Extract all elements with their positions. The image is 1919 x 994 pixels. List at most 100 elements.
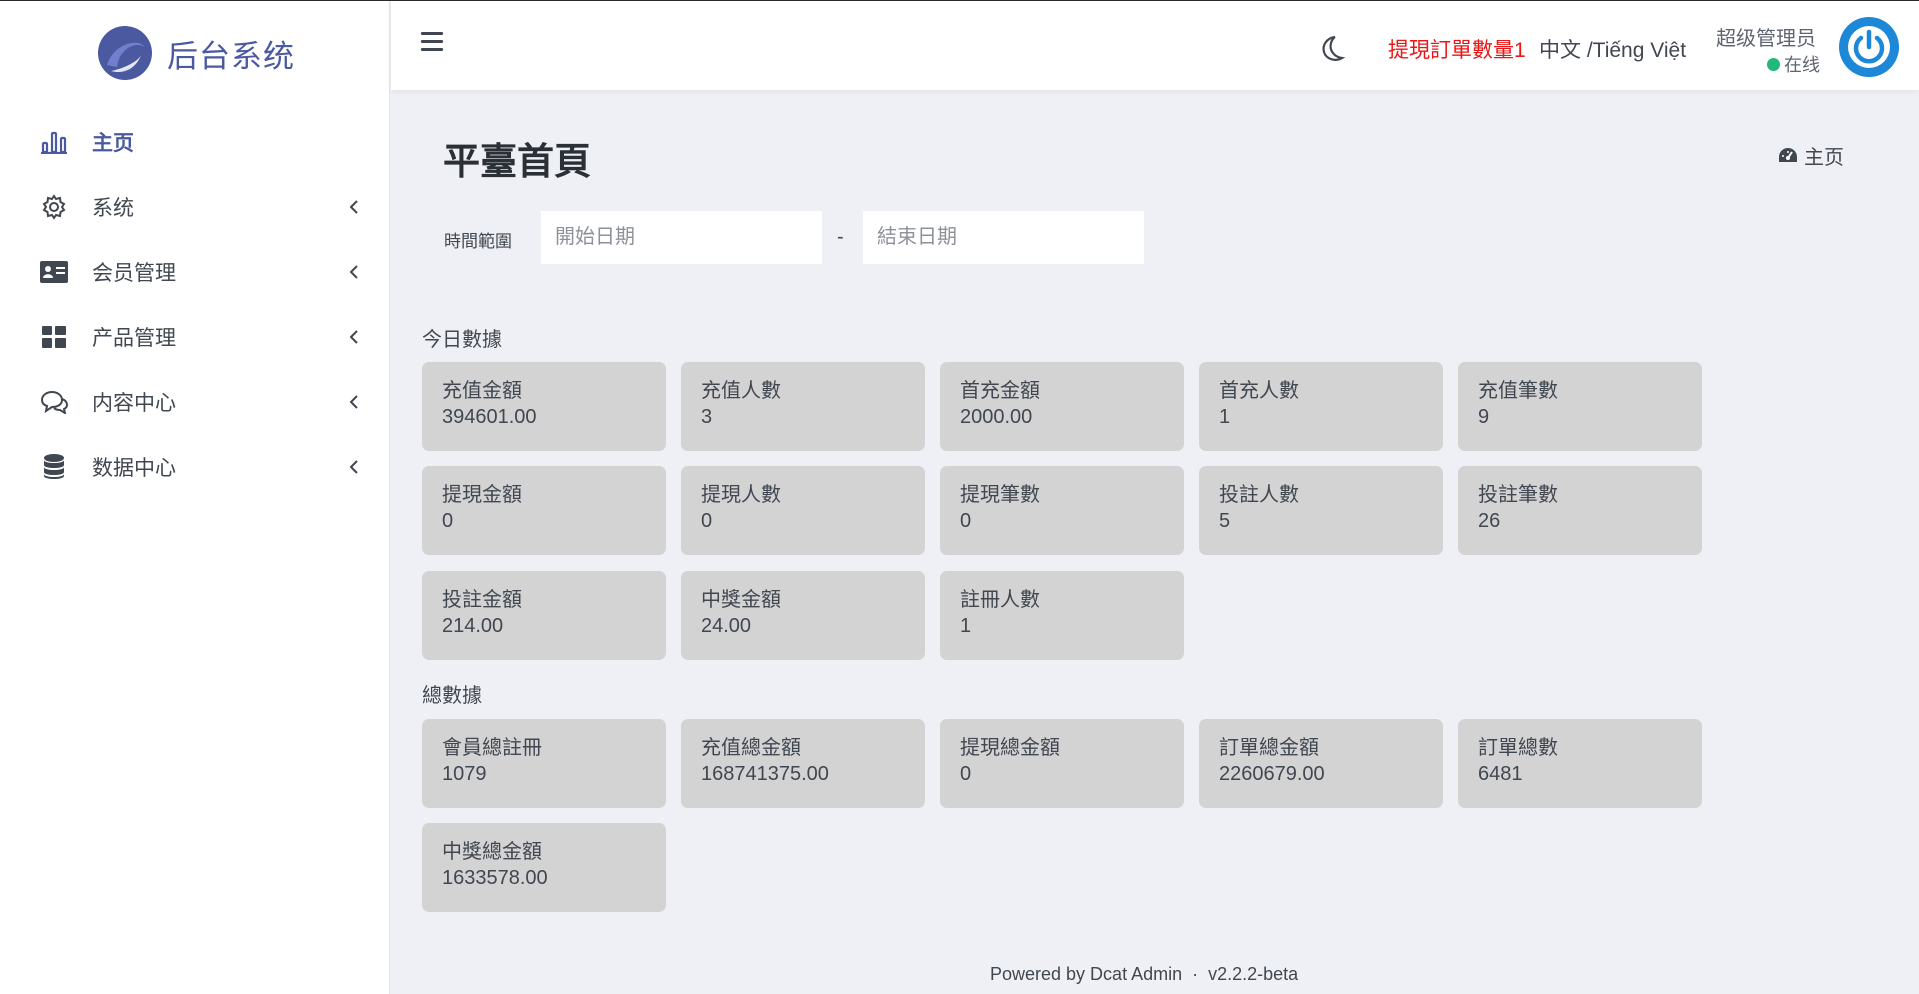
time-range-label: 時間範圍 [444,232,512,251]
sidebar-item-label: 内容中心 [92,391,176,415]
stat-card: 充值筆數 9 [1458,362,1702,451]
stat-card: 中獎金額 24.00 [681,571,925,660]
stat-label: 訂單總數 [1478,737,1558,759]
stat-card: 訂單總數 6481 [1458,719,1702,808]
withdraw-order-alert-link[interactable]: 提現訂單數量1 [1388,34,1526,64]
sidebar-item-content[interactable]: 内容中心 [0,369,390,434]
stat-card: 會員總註冊 1079 [422,719,666,808]
sidebar: 后台系统 主页 系统 会员管理 产品管理 内容中心 数据中心 [0,1,390,994]
start-date-input[interactable] [540,210,823,265]
stat-card: 提現總金額 0 [940,719,1184,808]
stat-label: 提現金額 [442,484,522,506]
window-top-border [0,0,1919,1]
stat-value: 24.00 [701,615,752,637]
stat-value: 168741375.00 [701,763,829,785]
stat-label: 訂單總金額 [1219,737,1319,759]
stat-value: 1 [960,615,972,637]
stat-label: 充值金額 [442,380,522,402]
grid-icon [40,323,68,351]
stat-label: 提現總金額 [960,737,1060,759]
user-status: 在线 [1767,51,1820,77]
stat-value: 6481 [1478,763,1523,785]
language-switch-link[interactable]: 中文 /Tiếng Việt [1539,34,1686,64]
stat-label: 中獎總金額 [442,841,542,863]
stat-card: 提現人數 0 [681,466,925,555]
stat-value: 5 [1219,510,1231,532]
chevron-left-icon [349,199,358,214]
stat-card: 投註筆數 26 [1458,466,1702,555]
bar-chart-icon [40,128,68,156]
powered-by-link[interactable]: Powered by Dcat Admin [990,964,1182,984]
stat-card: 充值金額 394601.00 [422,362,666,451]
stat-value: 0 [442,510,454,532]
sidebar-item-products[interactable]: 产品管理 [0,304,390,369]
breadcrumb[interactable]: 主页 [1778,141,1844,170]
stat-label: 充值總金額 [701,737,801,759]
chevron-left-icon [349,394,358,409]
stat-card: 訂單總金額 2260679.00 [1199,719,1443,808]
chevron-left-icon [349,329,358,344]
stat-label: 註冊人數 [960,589,1040,611]
power-icon [1842,20,1896,74]
user-status-label: 在线 [1784,55,1820,75]
stat-card: 投註金額 214.00 [422,571,666,660]
brand-name: 后台系统 [167,38,295,74]
sidebar-item-label: 系统 [92,196,134,220]
end-date-input[interactable] [862,210,1145,265]
menu-toggle-icon[interactable] [421,32,443,52]
stat-value: 26 [1478,510,1501,532]
sidebar-nav: 主页 系统 会员管理 产品管理 内容中心 数据中心 [0,109,390,499]
stat-value: 0 [701,510,713,532]
today-section-title: 今日數據 [422,329,502,351]
stat-label: 充值人數 [701,380,781,402]
sidebar-item-label: 数据中心 [92,456,176,480]
stat-card: 首充人數 1 [1199,362,1443,451]
stat-value: 2260679.00 [1219,763,1325,785]
stat-card: 首充金額 2000.00 [940,362,1184,451]
stat-value: 9 [1478,406,1490,428]
stat-value: 1633578.00 [442,867,548,889]
date-range-separator: - [837,226,844,248]
stat-value: 1 [1219,406,1231,428]
chevron-left-icon [349,459,358,474]
stat-label: 投註金額 [442,589,522,611]
total-section-title: 總數據 [422,685,482,707]
avatar[interactable] [1839,17,1899,77]
sidebar-item-home[interactable]: 主页 [0,109,390,174]
brand[interactable]: 后台系统 [97,25,295,81]
stat-card: 充值人數 3 [681,362,925,451]
brand-logo-icon [98,26,152,80]
database-icon [40,453,68,481]
dark-mode-moon-icon[interactable] [1315,33,1347,65]
sidebar-item-members[interactable]: 会员管理 [0,239,390,304]
footer: Powered by Dcat Admin · v2.2.2-beta [990,964,1298,985]
sidebar-item-label: 会员管理 [92,261,176,285]
stat-label: 提現人數 [701,484,781,506]
user-name[interactable]: 超级管理员 [1716,22,1816,51]
stat-card: 註冊人數 1 [940,571,1184,660]
stat-value: 3 [701,406,713,428]
version-label: v2.2.2-beta [1208,964,1299,984]
stat-value: 214.00 [442,615,504,637]
stat-value: 394601.00 [442,406,537,428]
sidebar-item-system[interactable]: 系统 [0,174,390,239]
stat-label: 充值筆數 [1478,380,1558,402]
stat-label: 投註人數 [1219,484,1299,506]
stat-card: 投註人數 5 [1199,466,1443,555]
page-title: 平臺首頁 [443,141,591,182]
stat-label: 中獎金額 [701,589,781,611]
stat-label: 提現筆數 [960,484,1040,506]
online-status-dot-icon [1767,57,1780,71]
footer-separator: · [1192,964,1199,984]
stat-card: 提現筆數 0 [940,466,1184,555]
sidebar-item-data[interactable]: 数据中心 [0,434,390,499]
top-navbar: 提現訂單數量1 中文 /Tiếng Việt 超级管理员 在线 [391,1,1919,90]
stat-card: 中獎總金額 1633578.00 [422,823,666,912]
sidebar-item-label: 产品管理 [92,326,176,350]
chevron-left-icon [349,264,358,279]
stat-value: 0 [960,763,972,785]
stat-card: 提現金額 0 [422,466,666,555]
stat-label: 會員總註冊 [442,737,542,759]
stat-label: 首充人數 [1219,380,1299,402]
stat-label: 投註筆數 [1478,484,1558,506]
